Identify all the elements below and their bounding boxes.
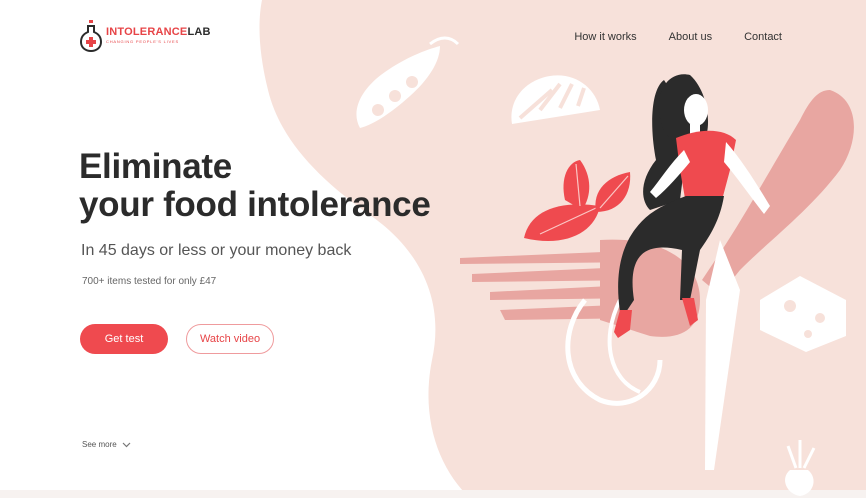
basil-leaves-illustration — [524, 160, 631, 242]
logo-tagline: CHANGING PEOPLE'S LIVES — [106, 38, 179, 44]
see-more-label: See more — [82, 440, 117, 449]
see-more-link[interactable]: See more — [82, 440, 131, 449]
logo-name: INTOLERANCELAB — [106, 25, 211, 38]
cheese-illustration — [760, 276, 846, 352]
lemon-slice-illustration — [511, 75, 600, 124]
get-test-button[interactable]: Get test — [80, 324, 168, 354]
flask-icon — [80, 20, 102, 52]
radish-illustration — [785, 440, 816, 496]
watch-video-button[interactable]: Watch video — [186, 324, 274, 354]
logo[interactable]: INTOLERANCELAB CHANGING PEOPLE'S LIVES — [80, 18, 211, 52]
hero-subtitle: In 45 days or less or your money back — [81, 242, 352, 259]
logo-name-red: INTOLERANCE — [106, 25, 188, 38]
hero-title-line1: Eliminate — [79, 147, 232, 186]
pea-pod-illustration — [356, 36, 460, 128]
hero-illustration — [356, 36, 854, 496]
logo-name-dark: LAB — [187, 25, 211, 38]
hero-tested-note: 700+ items tested for only £47 — [82, 276, 217, 287]
chevron-down-icon — [122, 442, 131, 447]
